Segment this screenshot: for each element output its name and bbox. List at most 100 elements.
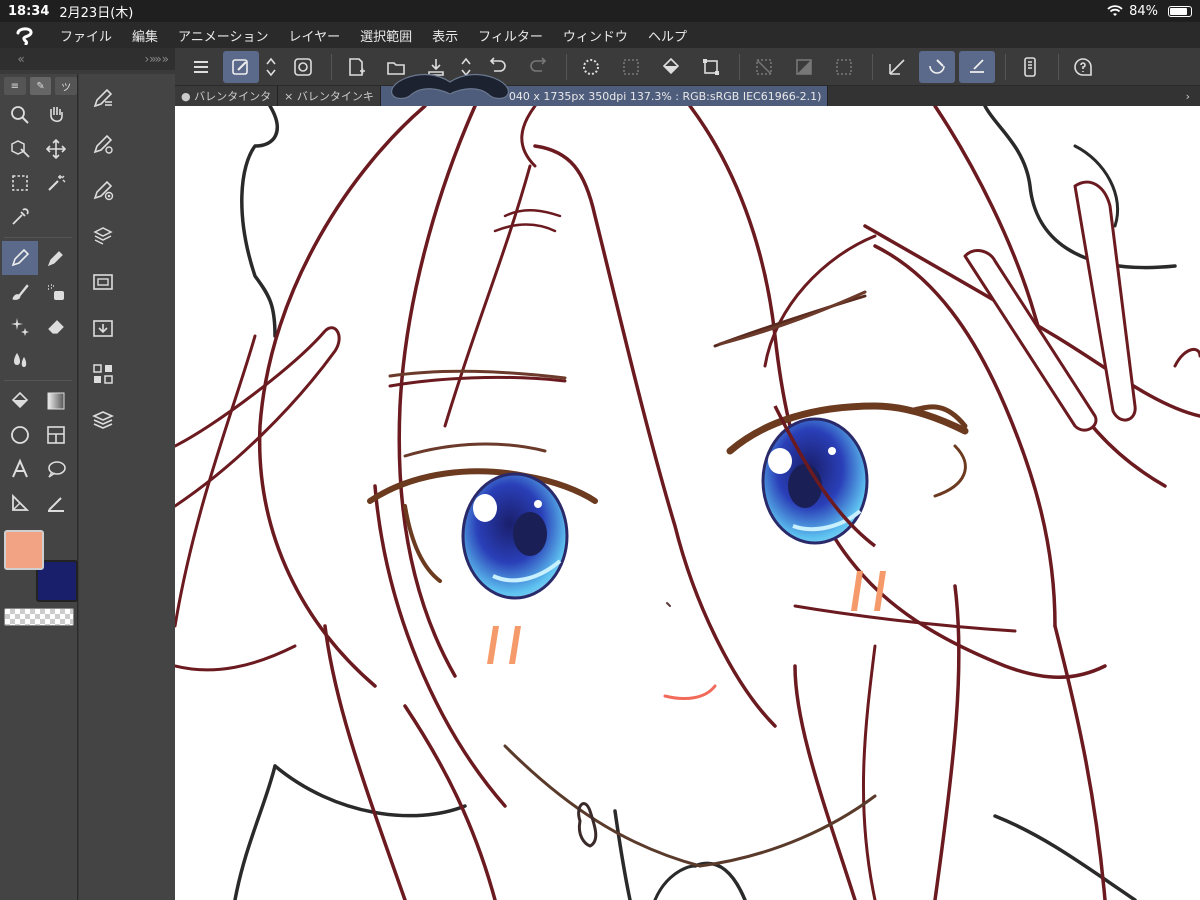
canvas-tab-label: ● バレンタインタ: [181, 90, 272, 103]
menu-layer[interactable]: レイヤー: [279, 26, 351, 45]
decoration-icon[interactable]: [2, 309, 38, 343]
menu-animation[interactable]: アニメーション: [168, 26, 278, 45]
pen-tab[interactable]: ✎: [29, 77, 52, 95]
menu-window[interactable]: ウィンドウ: [553, 26, 638, 45]
loading-icon[interactable]: [573, 51, 609, 83]
hand-icon[interactable]: [38, 98, 74, 132]
canvas-tab-bar: ● バレンタインタ × バレンタインキ 040 x 1735px 350dpi …: [175, 86, 1200, 106]
figure-icon[interactable]: [2, 418, 38, 452]
menu-file[interactable]: ファイル: [50, 26, 122, 45]
fill-bucket-icon[interactable]: [2, 384, 38, 418]
snap-line-icon[interactable]: [959, 50, 995, 83]
object-select-icon[interactable]: [2, 132, 38, 166]
status-right: 84%: [1107, 4, 1192, 19]
eyedropper-icon[interactable]: [2, 200, 38, 234]
menu-filter[interactable]: フィルター: [468, 26, 553, 45]
toolbar-separator: [1005, 53, 1006, 80]
tool-grid: [0, 98, 77, 520]
snap-ruler-icon[interactable]: [879, 51, 915, 83]
toolbar-drag-handle-icon[interactable]: [386, 72, 514, 106]
left-eye: [461, 472, 569, 600]
eraser-icon[interactable]: [38, 309, 74, 343]
palette-menu-tab[interactable]: ≡: [4, 77, 26, 95]
tool-separator: [4, 237, 72, 238]
tab-overflow-chevron-icon[interactable]: ›: [1186, 90, 1200, 103]
menu-bar: ファイル 編集 アニメーション レイヤー 選択範囲 表示 フィルター ウィンドウ…: [0, 22, 1200, 48]
navigator-icon[interactable]: [79, 262, 127, 302]
canvas-tab-label: 040 x 1735px 350dpi 137.3% : RGB:sRGB IE…: [508, 89, 822, 103]
marquee-icon[interactable]: [2, 166, 38, 200]
move-icon[interactable]: [38, 132, 74, 166]
pen-settings-icon[interactable]: [223, 50, 259, 83]
tool-palette: ≡ ✎ ツ: [0, 74, 78, 900]
empty-slot: [38, 200, 74, 234]
main-color-swatch[interactable]: [4, 530, 44, 570]
clip-studio-app: 18:34 2月23日(木) 84% ファイル 編集 アニメーション レイヤー …: [0, 0, 1200, 900]
frame-border-icon[interactable]: [38, 418, 74, 452]
drawing-canvas[interactable]: [175, 106, 1200, 900]
canvas-tab-1[interactable]: ● バレンタインタ: [175, 86, 279, 106]
menu-view[interactable]: 表示: [422, 26, 468, 45]
battery-percent: 84%: [1129, 3, 1158, 19]
toolbar-separator: [1058, 53, 1059, 80]
device-icon[interactable]: [1012, 51, 1048, 83]
menu-icon[interactable]: [183, 51, 219, 83]
redo-icon[interactable]: [520, 51, 556, 83]
correct-line-icon[interactable]: [38, 486, 74, 520]
tool-property-icon[interactable]: [79, 124, 127, 164]
left-panel-strip: « › »» »: [0, 48, 175, 70]
canvas-tab-label: × バレンタインキ: [284, 90, 374, 103]
brush-size-icon[interactable]: [79, 170, 127, 210]
wifi-icon: [1107, 5, 1123, 16]
battery-icon: [1168, 5, 1192, 17]
command-bar: [175, 48, 1200, 86]
text-icon[interactable]: [2, 452, 38, 486]
sub-tool-icon[interactable]: [79, 78, 127, 118]
status-time: 18:34: [8, 3, 50, 19]
toolbar-separator: [872, 53, 873, 80]
artwork: [175, 106, 1200, 900]
transform-icon[interactable]: [693, 51, 729, 83]
clip-studio-logo-icon[interactable]: [0, 22, 50, 48]
toolbar-separator: [566, 53, 567, 80]
empty-slot: [38, 343, 74, 377]
menu-edit[interactable]: 編集: [122, 26, 168, 45]
pen-tool-icon[interactable]: [2, 241, 38, 275]
gradient-icon[interactable]: [38, 384, 74, 418]
magic-wand-icon[interactable]: [38, 166, 74, 200]
crop-icon[interactable]: [746, 51, 782, 83]
import-icon[interactable]: [79, 308, 127, 348]
transparent-color-swatch[interactable]: [4, 608, 74, 626]
layer-property-icon[interactable]: [79, 354, 127, 394]
collapse-left-button[interactable]: «: [0, 52, 40, 66]
tool-separator: [4, 380, 72, 381]
menu-selection[interactable]: 選択範囲: [350, 26, 422, 45]
snap-curve-icon[interactable]: [919, 50, 955, 83]
ios-status-bar: 18:34 2月23日(木) 84%: [0, 0, 1200, 22]
help-icon[interactable]: [1065, 51, 1101, 83]
gradient-fill-icon[interactable]: [786, 51, 822, 83]
balloon-icon[interactable]: [38, 452, 74, 486]
color-indicator: [4, 530, 78, 602]
lasso-icon[interactable]: [285, 51, 321, 83]
collapse-right-button[interactable]: › »» »: [145, 52, 175, 66]
new-canvas-icon[interactable]: [338, 51, 374, 83]
blend-icon[interactable]: [2, 343, 38, 377]
up-down-icon[interactable]: [263, 51, 279, 83]
material-icon[interactable]: [79, 216, 127, 256]
brush-icon[interactable]: [2, 275, 38, 309]
ruler-icon[interactable]: [2, 486, 38, 520]
airbrush-icon[interactable]: [38, 275, 74, 309]
layers-icon[interactable]: [79, 400, 127, 440]
menu-help[interactable]: ヘルプ: [638, 26, 697, 45]
canvas-tab-2[interactable]: × バレンタインキ: [278, 86, 381, 106]
fill-icon[interactable]: [653, 51, 689, 83]
tool-palette-tabs: ≡ ✎ ツ: [0, 74, 78, 98]
toolbar-separator: [739, 53, 740, 80]
pencil-icon[interactable]: [38, 241, 74, 275]
status-date: 2月23日(木): [59, 5, 134, 21]
deselect-icon[interactable]: [613, 51, 649, 83]
zoom-icon[interactable]: [2, 98, 38, 132]
border-icon[interactable]: [826, 51, 862, 83]
tool-tab[interactable]: ツ: [55, 77, 78, 95]
